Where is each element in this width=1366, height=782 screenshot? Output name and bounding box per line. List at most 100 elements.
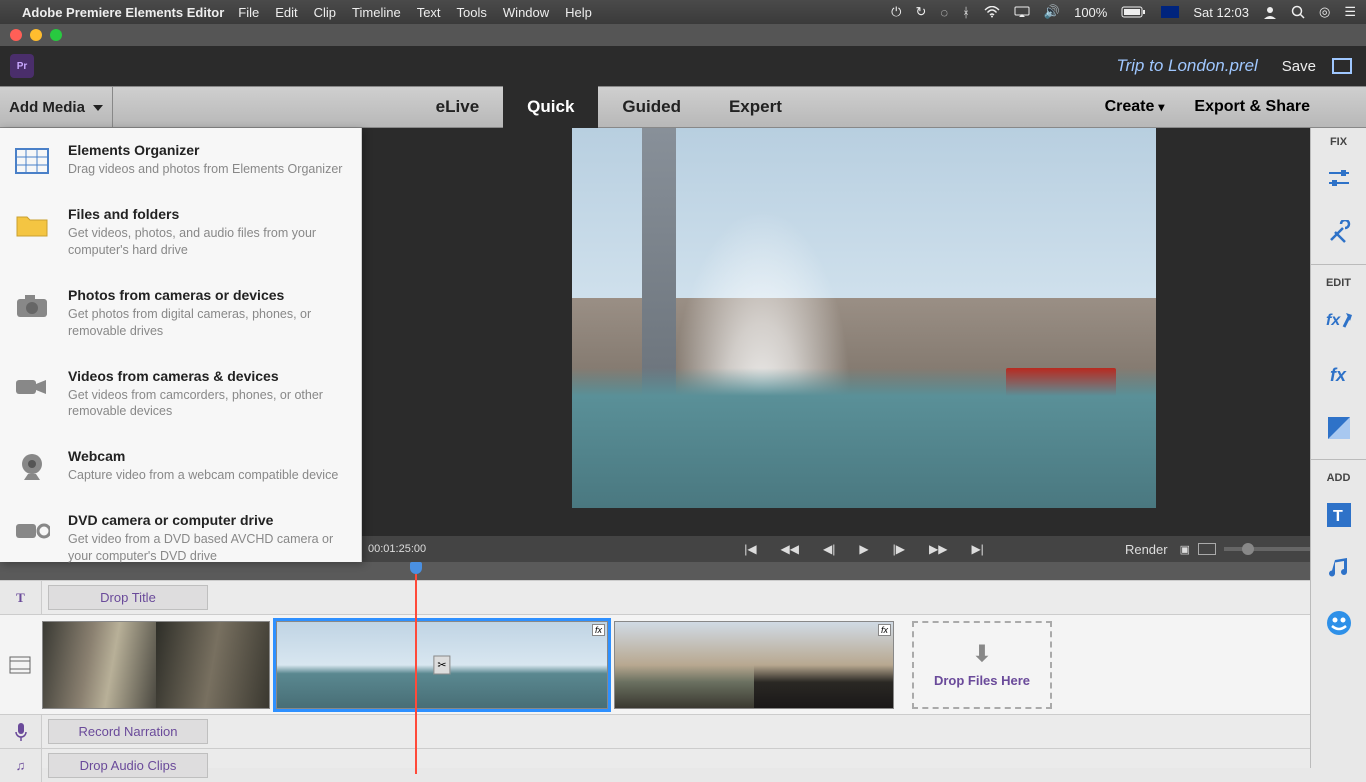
- tab-elive[interactable]: eLive: [412, 86, 503, 128]
- menu-clip[interactable]: Clip: [314, 5, 336, 20]
- timeline-clip[interactable]: fx: [614, 621, 894, 709]
- playhead-handle[interactable]: [410, 562, 422, 574]
- window-close-button[interactable]: [10, 29, 22, 41]
- timeline-clip[interactable]: fx ✂: [276, 621, 608, 709]
- dd-title: DVD camera or computer drive: [68, 512, 345, 528]
- video-track-icon: [4, 621, 36, 709]
- window-zoom-button[interactable]: [50, 29, 62, 41]
- input-source-flag[interactable]: [1161, 6, 1179, 18]
- menu-help[interactable]: Help: [565, 5, 592, 20]
- video-track[interactable]: fx ✂ fx ⬇ Drop Files Here: [0, 614, 1310, 714]
- add-media-item-photos[interactable]: Photos from cameras or devices Get photos…: [0, 273, 361, 354]
- airplay-icon[interactable]: [1014, 6, 1030, 18]
- bluetooth-icon[interactable]: ᚼ: [962, 5, 970, 20]
- title-track-icon: T: [0, 581, 42, 614]
- menu-file[interactable]: File: [238, 5, 259, 20]
- color-button[interactable]: [1321, 407, 1357, 449]
- notification-center-icon[interactable]: ☰: [1344, 4, 1356, 20]
- dd-title: Elements Organizer: [68, 142, 342, 158]
- mode-toolbar: Add Media eLive Quick Guided Expert Crea…: [0, 86, 1366, 128]
- aspect-icon[interactable]: [1198, 543, 1216, 555]
- timecode: 00:01:25:00: [368, 543, 426, 555]
- clock: Sat 12:03: [1193, 5, 1249, 20]
- tab-quick[interactable]: Quick: [503, 86, 598, 128]
- dd-title: Files and folders: [68, 206, 345, 222]
- app-name[interactable]: Adobe Premiere Elements Editor: [22, 5, 224, 20]
- menu-edit[interactable]: Edit: [275, 5, 297, 20]
- next-edit-button[interactable]: ▶▶: [929, 542, 947, 556]
- scissors-icon[interactable]: ✂: [433, 655, 450, 674]
- safe-margins-icon[interactable]: ▣: [1180, 543, 1190, 556]
- menu-timeline[interactable]: Timeline: [352, 5, 401, 20]
- menu-text[interactable]: Text: [417, 5, 441, 20]
- effects-edit-button[interactable]: fx: [1321, 299, 1357, 341]
- narration-track: Record Narration: [0, 714, 1310, 748]
- fullscreen-button[interactable]: [1332, 58, 1352, 74]
- goto-end-button[interactable]: ▶|: [971, 542, 983, 556]
- main-area: Elements OrganizerDrag videos and photos…: [0, 128, 1366, 562]
- window-chrome: [0, 24, 1366, 46]
- video-monitor[interactable]: [572, 128, 1156, 508]
- step-back-button[interactable]: ◀|: [823, 542, 835, 556]
- drop-title-button[interactable]: Drop Title: [48, 585, 208, 610]
- dd-desc: Get photos from digital cameras, phones,…: [68, 306, 345, 340]
- add-media-item-organizer[interactable]: Elements OrganizerDrag videos and photos…: [0, 128, 361, 192]
- power-icon[interactable]: ⏻: [891, 4, 901, 20]
- preview-panel: 00:01:25:00 |◀ ◀◀ ◀| ▶ |▶ ▶▶ ▶| Render ▣: [362, 128, 1366, 562]
- drop-files-label: Drop Files Here: [934, 673, 1030, 688]
- add-media-item-files[interactable]: Files and folders Get videos, photos, and…: [0, 192, 361, 273]
- tab-guided[interactable]: Guided: [598, 86, 705, 128]
- step-forward-button[interactable]: |▶: [893, 542, 905, 556]
- battery-icon[interactable]: [1121, 6, 1147, 18]
- export-share-button[interactable]: Export & Share: [1194, 98, 1310, 116]
- record-narration-button[interactable]: Record Narration: [48, 719, 208, 744]
- titles-button[interactable]: T: [1321, 494, 1357, 536]
- svg-text:T: T: [1333, 508, 1343, 525]
- user-icon[interactable]: [1263, 5, 1277, 19]
- section-edit-label: EDIT: [1326, 269, 1351, 293]
- section-add-label: ADD: [1327, 464, 1351, 488]
- window-minimize-button[interactable]: [30, 29, 42, 41]
- render-button[interactable]: Render: [1125, 542, 1168, 557]
- adjust-button[interactable]: [1321, 158, 1357, 200]
- spotlight-icon[interactable]: [1291, 5, 1305, 19]
- camcorder-icon: [12, 370, 52, 404]
- menu-window[interactable]: Window: [503, 5, 549, 20]
- timeline: T Drop Title fx ✂ fx ⬇ Drop Files Here R…: [0, 562, 1310, 768]
- graphics-button[interactable]: [1321, 602, 1357, 644]
- app-logo-icon: Pr: [10, 54, 34, 78]
- drop-audio-button[interactable]: Drop Audio Clips: [48, 753, 208, 778]
- dd-desc: Get videos, photos, and audio files from…: [68, 225, 345, 259]
- chat-icon[interactable]: ◌: [940, 5, 948, 20]
- drop-files-target[interactable]: ⬇ Drop Files Here: [912, 621, 1052, 709]
- play-button[interactable]: ▶: [859, 542, 868, 556]
- tools-button[interactable]: [1321, 212, 1357, 254]
- save-button[interactable]: Save: [1282, 58, 1316, 75]
- volume-icon[interactable]: 🔊: [1044, 4, 1060, 20]
- add-media-item-videos[interactable]: Videos from cameras & devicesGet videos …: [0, 354, 361, 435]
- timeline-clip[interactable]: [42, 621, 270, 709]
- add-media-item-webcam[interactable]: WebcamCapture video from a webcam compat…: [0, 434, 361, 498]
- dd-title: Photos from cameras or devices: [68, 287, 345, 303]
- section-fix-label: FIX: [1330, 128, 1347, 152]
- add-media-dropdown: Elements OrganizerDrag videos and photos…: [0, 128, 362, 562]
- add-media-item-dvd[interactable]: DVD camera or computer driveGet video fr…: [0, 498, 361, 579]
- siri-icon[interactable]: ◎: [1319, 4, 1330, 20]
- goto-start-button[interactable]: |◀: [744, 542, 756, 556]
- tab-expert[interactable]: Expert: [705, 86, 806, 128]
- add-media-button[interactable]: Add Media: [0, 87, 113, 127]
- dvd-icon: [12, 514, 52, 548]
- applied-effects-button[interactable]: fx: [1321, 353, 1357, 395]
- arrow-down-icon: ⬇: [973, 641, 991, 667]
- menu-tools[interactable]: Tools: [457, 5, 487, 20]
- prev-edit-button[interactable]: ◀◀: [781, 542, 799, 556]
- zoom-slider[interactable]: [1224, 547, 1324, 551]
- chevron-down-icon: [89, 99, 103, 116]
- battery-percent: 100%: [1074, 5, 1107, 20]
- project-name: Trip to London.prel: [1116, 56, 1257, 76]
- wifi-icon[interactable]: [984, 6, 1000, 18]
- playhead-line: [415, 574, 417, 774]
- music-button[interactable]: [1321, 548, 1357, 590]
- create-button[interactable]: Create: [1105, 98, 1165, 116]
- timemachine-icon[interactable]: ↻: [915, 4, 926, 20]
